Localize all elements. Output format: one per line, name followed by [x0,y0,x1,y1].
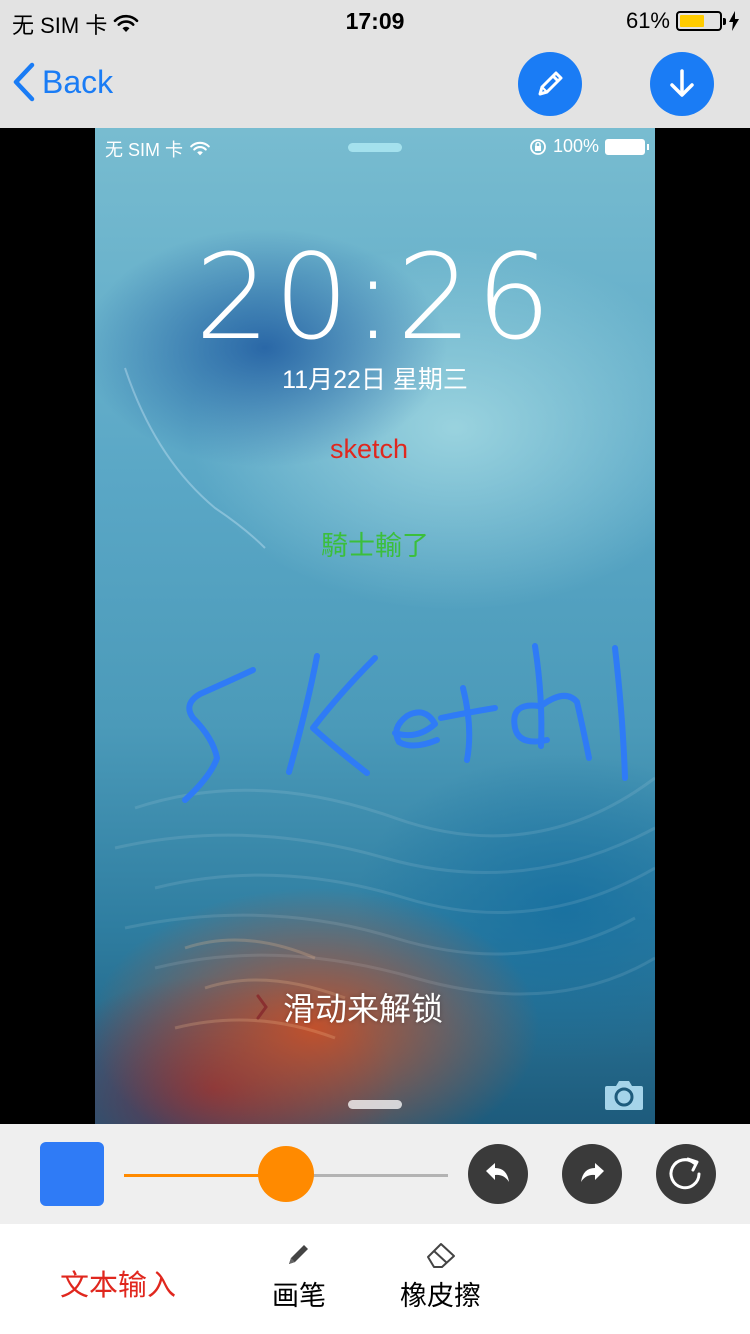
unlock-hint-text: 滑动来解锁 [283,991,444,1027]
chevron-right-icon [256,994,268,1020]
tab-brush[interactable]: 画笔 [272,1240,326,1313]
status-right: 61% [626,8,740,34]
refresh-icon [669,1157,701,1190]
redo-icon [581,1163,604,1182]
home-indicator [348,1100,402,1109]
chevron-left-icon [13,62,35,102]
edited-screenshot[interactable]: 无 SIM 卡 100% 20:26 11月22日 星期三 sketch 騎士輸… [95,128,655,1124]
charging-bolt-icon [729,11,739,31]
status-bar: 无 SIM 卡 17:09 61% [0,0,750,40]
tool-tab-bar: 文本输入 画笔 橡皮擦 [0,1224,750,1334]
edit-button[interactable] [518,52,582,116]
handwritten-sketch-stroke[interactable] [95,128,655,1124]
tab-eraser-label: 橡皮擦 [400,1281,481,1311]
pencil-icon [289,1245,308,1264]
battery-percent: 61% [625,8,670,33]
eraser-icon [426,1243,455,1268]
brush-size-slider[interactable] [124,1146,448,1202]
tab-text-input[interactable]: 文本输入 [60,1262,176,1304]
battery-icon [676,11,726,31]
undo-icon [486,1163,509,1182]
navigation-bar: Back [0,40,750,128]
undo-button[interactable] [468,1144,528,1204]
drawing-canvas-area[interactable]: 无 SIM 卡 100% 20:26 11月22日 星期三 sketch 騎士輸… [0,128,750,1124]
reset-button[interactable] [656,1144,716,1204]
download-button[interactable] [650,52,714,116]
tab-eraser[interactable]: 橡皮擦 [400,1240,481,1313]
drawing-toolbar [0,1124,750,1224]
pencil-icon [538,71,563,96]
redo-button[interactable] [562,1144,622,1204]
download-arrow-icon [670,69,694,97]
back-label: Back [42,63,114,100]
slider-thumb[interactable] [258,1146,314,1202]
slide-to-unlock: 滑动来解锁 [255,984,443,1030]
camera-icon [605,1081,643,1110]
tab-brush-label: 画笔 [272,1281,326,1311]
color-picker-button[interactable] [40,1142,104,1206]
back-button[interactable]: Back [12,62,113,102]
